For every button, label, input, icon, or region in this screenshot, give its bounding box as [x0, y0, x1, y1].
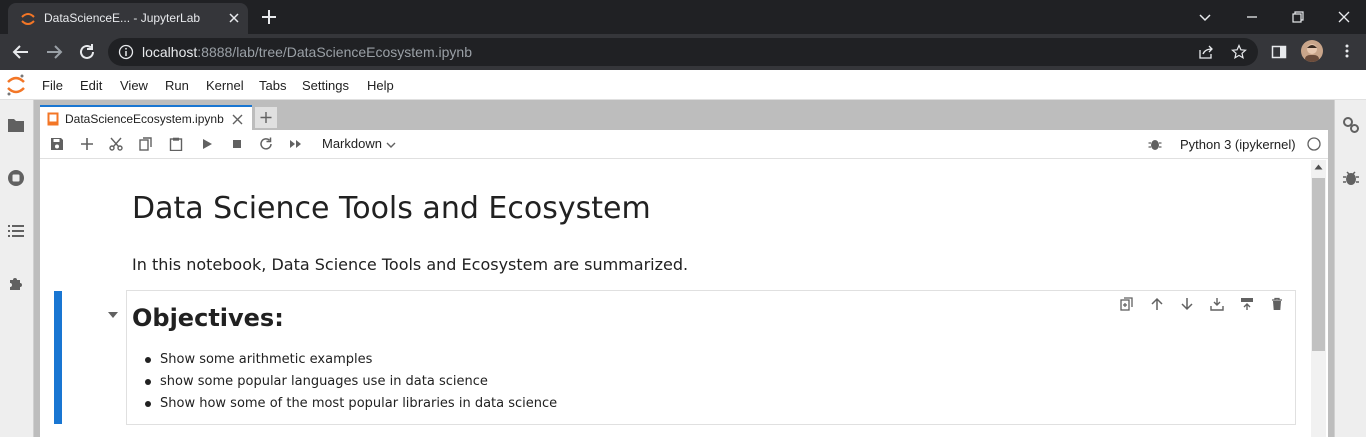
insert-below-icon[interactable] [1210, 297, 1224, 311]
tab-close-icon[interactable] [228, 12, 240, 24]
duplicate-icon[interactable] [1120, 297, 1134, 311]
cut-icon[interactable] [109, 137, 123, 151]
run-icon[interactable] [200, 137, 214, 151]
scroll-up-icon[interactable] [1314, 164, 1323, 170]
jupyter-logo-icon [6, 73, 26, 97]
close-window-icon[interactable] [1336, 9, 1352, 25]
delete-icon[interactable] [1270, 297, 1284, 311]
stop-circle-icon[interactable] [7, 169, 25, 187]
debugger-icon[interactable] [1148, 137, 1162, 151]
chevron-down-icon [386, 142, 396, 148]
menu-settings[interactable]: Settings [302, 78, 349, 93]
move-down-icon[interactable] [1180, 297, 1194, 311]
jupyter-menubar: File Edit View Run Kernel Tabs Settings … [0, 70, 1366, 100]
debugger-icon[interactable] [1342, 169, 1360, 187]
menu-tabs[interactable]: Tabs [259, 78, 286, 93]
copy-icon[interactable] [139, 137, 153, 151]
kernel-name[interactable]: Python 3 (ipykernel) [1180, 137, 1296, 152]
jupyter-favicon-icon [20, 11, 36, 27]
menu-edit[interactable]: Edit [80, 78, 102, 93]
fast-forward-icon[interactable] [289, 137, 303, 151]
objectives-heading: Objectives: [132, 304, 284, 332]
list-item: Show some arithmetic examples [160, 352, 373, 367]
menu-run[interactable]: Run [165, 78, 189, 93]
menu-file[interactable]: File [42, 78, 63, 93]
browser-tab-title: DataScienceE... - JupyterLab [44, 11, 201, 25]
kernel-status-icon [1307, 137, 1321, 151]
cell-type-label: Markdown [322, 136, 382, 151]
collapse-heading-icon[interactable] [107, 311, 119, 319]
side-panel-icon[interactable] [1271, 44, 1287, 60]
list-item: show some popular languages use in data … [160, 374, 488, 389]
notebook-tab-title: DataScienceEcosystem.ipynb [65, 112, 224, 126]
stop-icon[interactable] [230, 137, 244, 151]
minimize-window-icon[interactable] [1244, 9, 1260, 25]
bullet [145, 401, 151, 407]
notebook-toolbar: Markdown Python 3 (ipykernel) [40, 130, 1328, 159]
info-icon[interactable] [118, 44, 134, 60]
url-text: localhost:8888/lab/tree/DataScienceEcosy… [142, 44, 472, 60]
add-cell-icon[interactable] [80, 137, 94, 151]
scrollbar-thumb[interactable] [1312, 178, 1325, 351]
move-up-icon[interactable] [1150, 297, 1164, 311]
new-tab-icon[interactable] [260, 8, 278, 26]
back-icon[interactable] [12, 43, 30, 61]
paste-icon[interactable] [169, 137, 183, 151]
toc-icon[interactable] [7, 223, 25, 239]
extension-icon[interactable] [7, 275, 25, 293]
folder-icon[interactable] [7, 117, 25, 133]
url-path: :8888/lab/tree/DataScienceEcosystem.ipyn… [197, 44, 472, 60]
browser-tab[interactable]: DataScienceE... - JupyterLab [8, 3, 248, 34]
forward-icon[interactable] [45, 43, 63, 61]
star-icon[interactable] [1231, 44, 1247, 60]
notebook-title: Data Science Tools and Ecosystem [132, 191, 651, 226]
notebook-tab[interactable]: DataScienceEcosystem.ipynb [40, 105, 252, 132]
save-icon[interactable] [50, 137, 64, 151]
add-tab-button[interactable] [255, 107, 277, 128]
bullet [145, 379, 151, 385]
cell-type-select[interactable]: Markdown [322, 136, 396, 151]
menu-kernel[interactable]: Kernel [206, 78, 244, 93]
browser-toolbar: localhost:8888/lab/tree/DataScienceEcosy… [0, 34, 1366, 70]
active-cell-indicator[interactable] [54, 291, 62, 424]
reload-icon[interactable] [78, 43, 96, 61]
menu-view[interactable]: View [120, 78, 148, 93]
more-menu-icon[interactable] [1339, 43, 1355, 59]
restore-window-icon[interactable] [1290, 9, 1306, 25]
notebook-icon [47, 112, 59, 126]
left-sidebar [0, 100, 34, 437]
close-icon[interactable] [232, 114, 243, 125]
restart-icon[interactable] [259, 137, 273, 151]
avatar[interactable] [1301, 40, 1323, 62]
minimize-icon[interactable] [1197, 9, 1213, 25]
list-item: Show how some of the most popular librar… [160, 396, 558, 411]
address-bar[interactable]: localhost:8888/lab/tree/DataScienceEcosy… [108, 38, 1258, 66]
intro-text: In this notebook, Data Science Tools and… [132, 255, 689, 274]
url-host: localhost [142, 44, 198, 60]
browser-tab-strip: DataScienceE... - JupyterLab [0, 0, 1366, 34]
bullet [145, 357, 151, 363]
right-sidebar [1334, 100, 1366, 437]
share-icon[interactable] [1198, 44, 1214, 60]
insert-above-icon[interactable] [1240, 297, 1254, 311]
menu-help[interactable]: Help [367, 78, 394, 93]
gears-icon[interactable] [1342, 116, 1360, 134]
